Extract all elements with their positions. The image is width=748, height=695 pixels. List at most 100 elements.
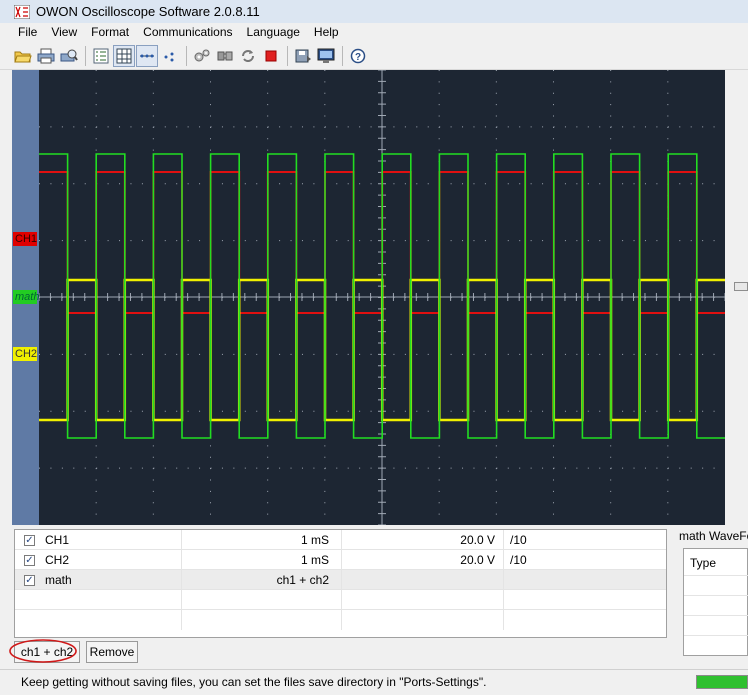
menu-language[interactable]: Language <box>240 23 307 42</box>
grid-dot <box>679 240 681 242</box>
grid-dot <box>393 353 395 355</box>
grid-dot <box>84 126 86 128</box>
grid-dot <box>324 115 326 117</box>
dots-icon[interactable] <box>159 45 181 67</box>
grid-dot <box>233 410 235 412</box>
grid-icon[interactable] <box>113 45 135 67</box>
grid-dot <box>50 410 52 412</box>
ch1-marker[interactable]: CH1 <box>13 232 37 246</box>
grid-dot <box>221 353 223 355</box>
ch2-checkbox[interactable]: ✓ <box>24 555 35 566</box>
help-icon[interactable]: ? <box>347 45 369 67</box>
table-divider <box>684 595 748 596</box>
grid-dot <box>644 126 646 128</box>
grid-dot <box>347 467 349 469</box>
math-marker[interactable]: math <box>13 290 39 304</box>
save-download-icon[interactable] <box>292 45 314 67</box>
grid-dot <box>96 126 98 128</box>
grid-dot <box>564 240 566 242</box>
waveform-display[interactable] <box>38 69 726 526</box>
grid-dot <box>542 410 544 412</box>
grid-dot <box>279 410 281 412</box>
grid-dot <box>141 410 143 412</box>
grid-dot <box>519 467 521 469</box>
remove-button[interactable]: Remove <box>86 641 138 663</box>
grid-dot <box>393 240 395 242</box>
dots-line-icon[interactable] <box>136 45 158 67</box>
grid-dot <box>119 126 121 128</box>
grid-dot <box>95 138 97 140</box>
grid-dot <box>450 353 452 355</box>
grid-dot <box>267 81 269 83</box>
ch1-checkbox[interactable]: ✓ <box>24 535 35 546</box>
refresh-icon[interactable] <box>237 45 259 67</box>
grid-dot <box>96 467 98 469</box>
grid-dot <box>679 410 681 412</box>
list-icon[interactable] <box>90 45 112 67</box>
grid-dot <box>495 479 497 481</box>
grid-dot <box>233 353 235 355</box>
grid-dot <box>347 410 349 412</box>
grid-dot <box>713 126 715 128</box>
ch2-marker[interactable]: CH2 <box>13 347 37 361</box>
grid-dot <box>152 456 154 458</box>
grid-dot <box>164 410 166 412</box>
grid-dot <box>61 240 63 242</box>
grid-dot <box>542 126 544 128</box>
grid-dot <box>164 240 166 242</box>
grid-dot <box>107 126 109 128</box>
grid-dot <box>587 183 589 185</box>
menu-communications[interactable]: Communications <box>136 23 239 42</box>
grid-dot <box>301 240 303 242</box>
grid-dot <box>267 490 269 492</box>
print-preview-icon[interactable] <box>58 45 80 67</box>
grid-dot <box>210 81 211 83</box>
grid-dot <box>438 445 440 447</box>
scroll-thumb[interactable] <box>734 282 748 291</box>
grid-dot <box>553 502 554 504</box>
grid-dot <box>370 353 372 355</box>
grid-dot <box>393 467 395 469</box>
grid-dot <box>84 353 86 355</box>
grid-dot <box>576 353 578 355</box>
math-checkbox[interactable]: ✓ <box>24 575 35 586</box>
grid-dot <box>690 410 692 412</box>
grid-dot <box>95 490 97 492</box>
grid-dot <box>438 81 440 83</box>
grid-dot <box>438 70 440 71</box>
grid-dot <box>667 456 669 458</box>
open-folder-icon[interactable] <box>12 45 34 67</box>
grid-dot <box>542 467 544 469</box>
gears-icon[interactable] <box>191 45 213 67</box>
channel-row-ch1[interactable]: ✓ CH1 1 mS 20.0 V /10 <box>15 530 666 550</box>
grid-dot <box>416 353 418 355</box>
grid-dot <box>644 240 646 242</box>
menu-view[interactable]: View <box>44 23 84 42</box>
grid-dot <box>507 183 509 185</box>
grid-dot <box>313 183 315 185</box>
grid-dot <box>438 115 440 117</box>
menu-format[interactable]: Format <box>84 23 136 42</box>
grid-dot <box>507 126 509 128</box>
grid-dot <box>553 115 554 117</box>
menu-help[interactable]: Help <box>307 23 346 42</box>
print-icon[interactable] <box>35 45 57 67</box>
stop-icon[interactable] <box>260 45 282 67</box>
grid-dot <box>267 126 269 128</box>
grid-dot <box>221 467 223 469</box>
grid-dot <box>95 104 97 106</box>
empty-cell <box>341 610 495 630</box>
grid-dot <box>50 240 52 242</box>
monitor-icon[interactable] <box>315 45 337 67</box>
menu-file[interactable]: File <box>0 23 44 42</box>
grid-dot <box>336 126 338 128</box>
grid-dot <box>507 240 509 242</box>
connect-icon[interactable] <box>214 45 236 67</box>
grid-dot <box>164 467 166 469</box>
channel-row-ch2[interactable]: ✓ CH2 1 mS 20.0 V /10 <box>15 550 666 570</box>
grid-dot <box>267 138 269 140</box>
grid-dot <box>359 126 361 128</box>
channel-row-math[interactable]: ✓ math ch1 + ch2 <box>15 570 666 590</box>
grid-dot <box>599 353 601 355</box>
grid-dot <box>473 240 475 242</box>
